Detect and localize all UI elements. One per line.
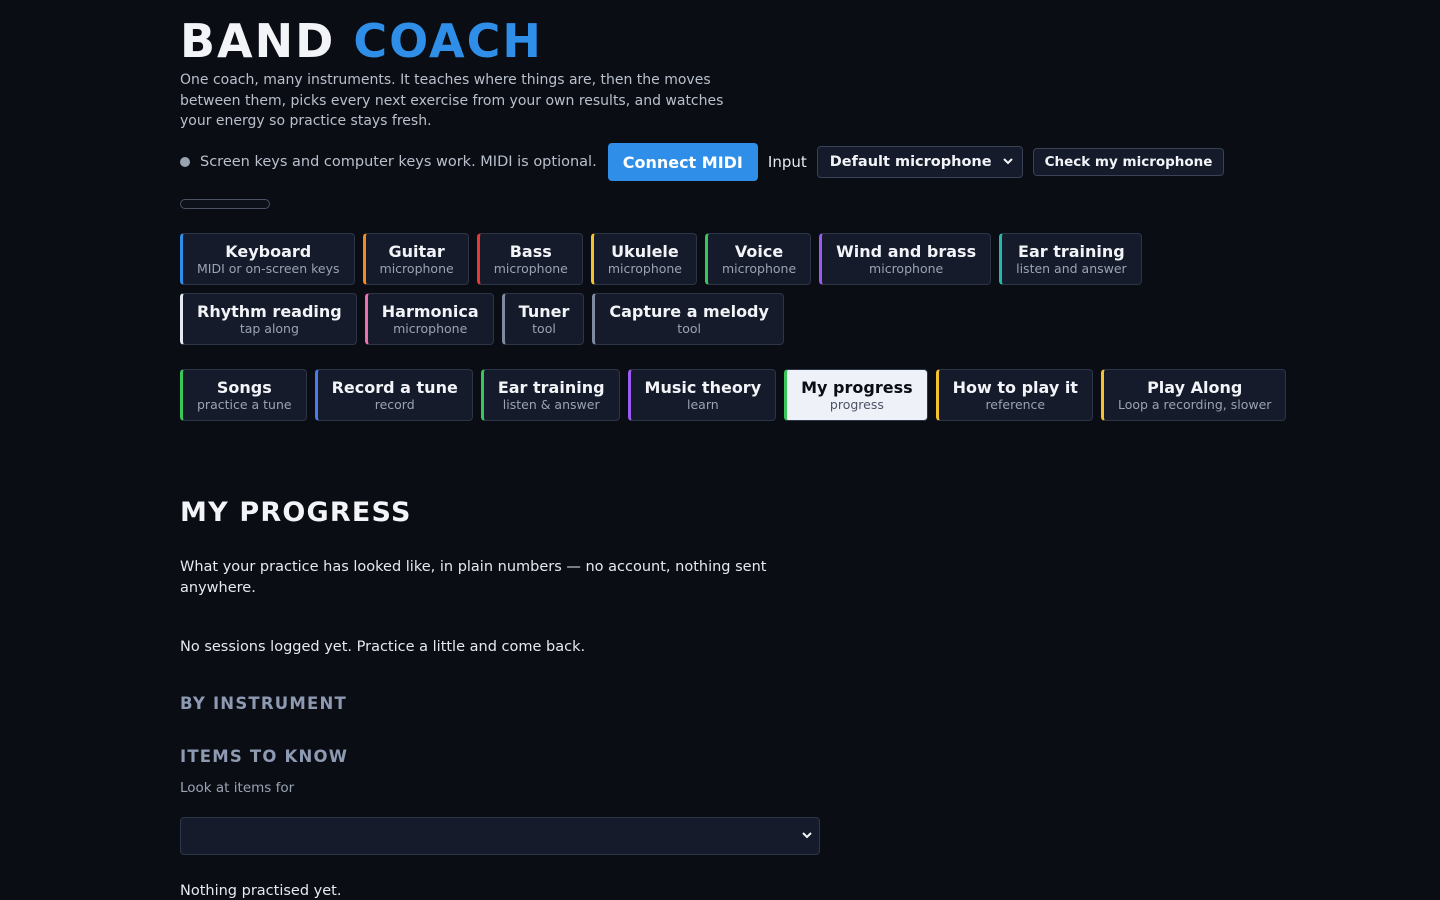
instrument-tile-keyboard[interactable]: Keyboard MIDI or on-screen keys <box>180 233 355 285</box>
tab-sublabel: reference <box>985 397 1046 412</box>
tab-sublabel: Loop a recording, slower <box>1117 397 1272 412</box>
app-title-part1: BAND <box>180 14 336 68</box>
check-microphone-button[interactable]: Check my microphone <box>1032 148 1225 176</box>
tab-play-along[interactable]: Play Along Loop a recording, slower <box>1100 369 1287 421</box>
instrument-tile-voice[interactable]: Voice microphone <box>705 233 812 285</box>
tab-label: Songs <box>216 378 272 397</box>
connect-midi-button[interactable]: Connect MIDI <box>607 143 758 181</box>
instrument-tile-ukulele[interactable]: Ukulele microphone <box>590 233 697 285</box>
instrument-row-1: Keyboard MIDI or on-screen keys Guitar m… <box>180 233 1150 285</box>
input-level-meter <box>180 199 270 209</box>
tab-sublabel: practice a tune <box>197 397 292 412</box>
tile-sublabel: tap along <box>239 321 299 336</box>
tile-label: Ear training <box>1018 242 1125 261</box>
tile-sublabel: microphone <box>379 261 454 276</box>
tile-label: Keyboard <box>225 242 312 261</box>
nothing-practised-message: Nothing practised yet. <box>180 883 342 899</box>
chevron-down-icon <box>801 829 813 844</box>
page-title: MY PROGRESS <box>180 497 412 528</box>
input-select[interactable]: Default microphone <box>816 146 1023 178</box>
tile-label: Guitar <box>388 242 445 261</box>
tile-label: Rhythm reading <box>197 302 342 321</box>
band-coach-page: BAND COACH One coach, many instruments. … <box>0 0 1440 900</box>
app-title: BAND COACH <box>180 14 543 68</box>
instrument-tile-ear-training[interactable]: Ear training listen and answer <box>999 233 1142 285</box>
tile-sublabel: tool <box>532 321 556 336</box>
input-select-value: Default microphone <box>829 154 992 170</box>
tile-label: Harmonica <box>381 302 479 321</box>
items-to-know-heading: ITEMS TO KNOW <box>180 747 349 766</box>
tab-record-a-tune[interactable]: Record a tune record <box>314 369 473 421</box>
tab-label: Play Along <box>1147 378 1243 397</box>
input-status-bar: Screen keys and computer keys work. MIDI… <box>180 143 1225 181</box>
tab-sublabel: learn <box>687 397 719 412</box>
tile-sublabel: listen and answer <box>1016 261 1127 276</box>
tile-sublabel: microphone <box>869 261 944 276</box>
tab-ear-training[interactable]: Ear training listen & answer <box>480 369 620 421</box>
tab-label: My progress <box>801 378 913 397</box>
instrument-tile-guitar[interactable]: Guitar microphone <box>362 233 469 285</box>
tile-label: Voice <box>734 242 784 261</box>
mode-tabs: Songs practice a tune Record a tune reco… <box>180 369 1294 421</box>
tab-how-to-play-it[interactable]: How to play it reference <box>935 369 1093 421</box>
tile-label: Ukulele <box>611 242 679 261</box>
instrument-row-2: Rhythm reading tap along Harmonica micro… <box>180 293 792 345</box>
tab-label: How to play it <box>952 378 1078 397</box>
instrument-tile-wind-and-brass[interactable]: Wind and brass microphone <box>819 233 992 285</box>
tab-label: Ear training <box>497 378 605 397</box>
input-label: Input <box>767 153 807 171</box>
tab-music-theory[interactable]: Music theory learn <box>627 369 777 421</box>
tile-sublabel: microphone <box>493 261 568 276</box>
instrument-tile-bass[interactable]: Bass microphone <box>476 233 583 285</box>
by-instrument-heading: BY INSTRUMENT <box>180 694 347 713</box>
status-text: Screen keys and computer keys work. MIDI… <box>200 154 597 170</box>
items-instrument-select[interactable] <box>180 817 820 855</box>
instrument-tile-harmonica[interactable]: Harmonica microphone <box>364 293 494 345</box>
tile-label: Tuner <box>518 302 570 321</box>
tile-sublabel: microphone <box>607 261 682 276</box>
app-title-part2: COACH <box>353 14 543 68</box>
tab-label: Music theory <box>644 378 762 397</box>
tile-label: Capture a melody <box>609 302 769 321</box>
tile-sublabel: microphone <box>393 321 468 336</box>
tile-label: Wind and brass <box>836 242 977 261</box>
tile-label: Bass <box>509 242 552 261</box>
tab-sublabel: listen & answer <box>502 397 600 412</box>
instrument-tile-tuner[interactable]: Tuner tool <box>501 293 585 345</box>
tile-sublabel: MIDI or on-screen keys <box>197 261 340 276</box>
tab-label: Record a tune <box>331 378 458 397</box>
progress-intro: What your practice has looked like, in p… <box>180 559 767 596</box>
tagline: One coach, many instruments. It teaches … <box>180 72 724 129</box>
status-indicator-icon <box>180 157 190 167</box>
chevron-down-icon <box>1002 155 1014 170</box>
instrument-tile-capture-a-melody[interactable]: Capture a melody tool <box>592 293 784 345</box>
tab-sublabel: progress <box>829 397 884 412</box>
tile-sublabel: microphone <box>722 261 797 276</box>
tile-sublabel: tool <box>677 321 701 336</box>
tab-sublabel: record <box>374 397 415 412</box>
instrument-tile-rhythm-reading[interactable]: Rhythm reading tap along <box>180 293 357 345</box>
items-select-label: Look at items for <box>180 780 295 796</box>
tab-my-progress[interactable]: My progress progress <box>784 369 928 421</box>
empty-sessions-message: No sessions logged yet. Practice a littl… <box>180 639 586 655</box>
tab-songs[interactable]: Songs practice a tune <box>180 369 307 421</box>
